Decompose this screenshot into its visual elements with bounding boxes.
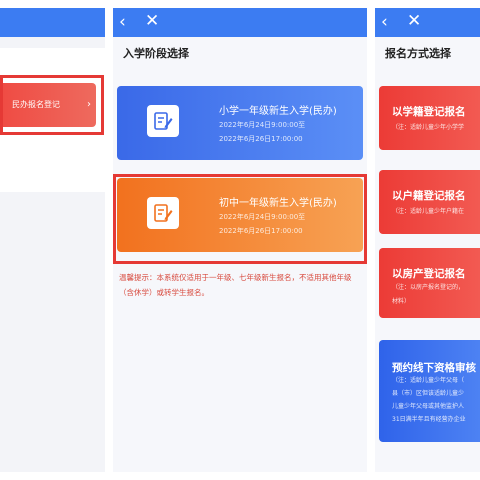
card-start-time: 2022年6月24日9:00:00至 (219, 213, 306, 221)
option-note: 儿童少年父母或其他监护人 (392, 403, 465, 410)
page-background (0, 192, 105, 472)
page-title: 入学阶段选择 (123, 47, 189, 60)
option-title: 预约线下资格审核 (392, 362, 476, 374)
option-title: 以房产登记报名 (392, 268, 466, 280)
card-end-time: 2022年6月26日17:00:00 (219, 135, 303, 143)
option-note: （注：适龄儿童少年小学学 (392, 124, 465, 131)
entry-label: 民办报名登记 (12, 100, 60, 109)
option-note: 县（市）区但该适龄儿童少 (392, 390, 465, 397)
household-record-option[interactable]: 以户籍登记报名 （注：适龄儿童少年户籍在 (379, 170, 480, 234)
card-title: 初中一年级新生入学(民办) (219, 198, 337, 209)
card-title: 小学一年级新生入学(民办) (219, 106, 337, 117)
card-start-time: 2022年6月24日9:00:00至 (219, 121, 306, 129)
option-note: （注：适龄儿童少年父母（ (392, 377, 465, 384)
card-end-time: 2022年6月26日17:00:00 (219, 227, 303, 235)
highlight-frame: 民办报名登记 › (0, 75, 104, 135)
back-icon[interactable]: ‹ (381, 13, 388, 31)
option-title: 以学籍登记报名 (392, 106, 466, 118)
back-icon[interactable]: ‹ (119, 13, 126, 31)
student-record-option[interactable]: 以学籍登记报名 （注：适龄儿童少年小学学 (379, 86, 480, 150)
primary-school-card[interactable]: 小学一年级新生入学(民办) 2022年6月24日9:00:00至 2022年6月… (117, 86, 363, 160)
option-note: 31日满半年且有经营办企业 (392, 416, 466, 423)
top-nav-bar: ‹ ✕ (113, 8, 367, 37)
chevron-right-icon: › (87, 99, 91, 110)
property-record-option[interactable]: 以房产登记报名 （注：以房产报名登记的， 材料） (379, 248, 480, 318)
option-title: 以户籍登记报名 (392, 190, 466, 202)
junior-high-card[interactable]: 初中一年级新生入学(民办) 2022年6月24日9:00:00至 2022年6月… (117, 178, 363, 252)
pen-document-icon (147, 105, 179, 137)
top-nav-bar: ‹ ✕ (375, 8, 480, 37)
warm-tip-notice: 温馨提示：本系统仅适用于一年级、七年级新生报名，不适用其他年级（含休学）或转学生… (119, 273, 352, 297)
option-note: 材料） (392, 298, 411, 305)
close-icon[interactable]: ✕ (145, 12, 159, 30)
option-note: （注：以房产报名登记的， (392, 284, 465, 291)
option-note: （注：适龄儿童少年户籍在 (392, 208, 465, 215)
method-selection-screen: ‹ ✕ 报名方式选择 以学籍登记报名 （注：适龄儿童少年小学学 以户籍登记报名 … (375, 8, 480, 472)
private-registration-entry[interactable]: 民办报名登记 › (3, 83, 96, 127)
screenshot-collage: 民办报名登记 › ‹ ✕ 入学阶段选择 小学一年级新生入学(民办) 2022年6… (0, 0, 480, 480)
page-title: 报名方式选择 (385, 47, 451, 60)
top-nav-bar (0, 8, 105, 37)
close-icon[interactable]: ✕ (407, 12, 421, 30)
left-screen: 民办报名登记 › (0, 8, 105, 472)
offline-review-option[interactable]: 预约线下资格审核 （注：适龄儿童少年父母（ 县（市）区但该适龄儿童少 儿童少年父… (379, 340, 480, 442)
pen-document-icon (147, 197, 179, 229)
stage-selection-screen: ‹ ✕ 入学阶段选择 小学一年级新生入学(民办) 2022年6月24日9:00:… (113, 8, 367, 472)
